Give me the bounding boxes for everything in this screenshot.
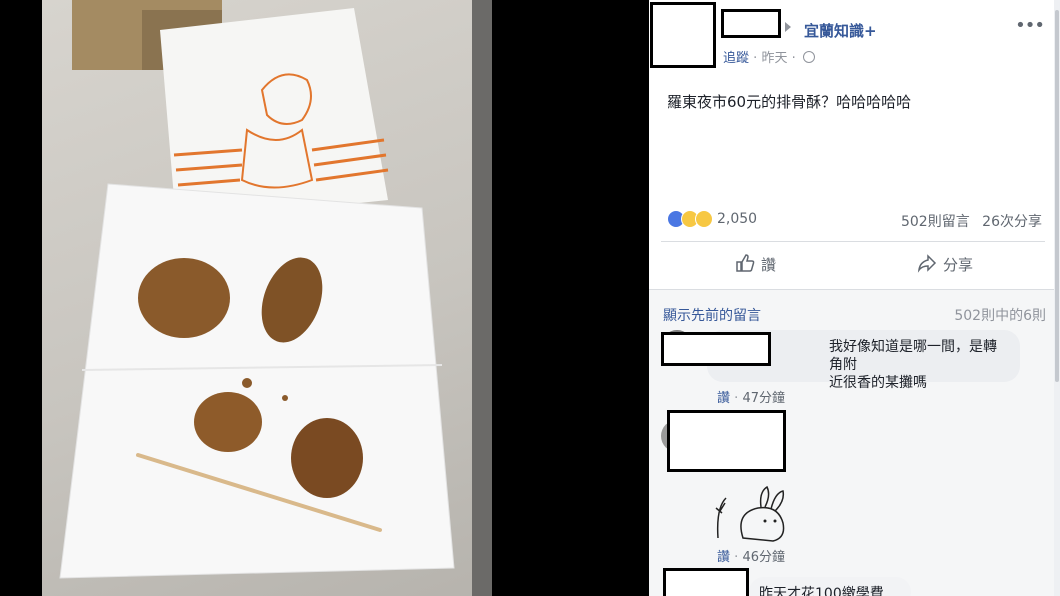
share-arrow-icon — [917, 253, 937, 277]
commenter-name-redacted[interactable] — [667, 410, 786, 472]
like-button[interactable]: 讚 — [735, 253, 776, 277]
comments-count[interactable]: 502則留言 — [901, 214, 970, 230]
shares-count[interactable]: 26次分享 — [982, 214, 1042, 230]
comment-text-line-2: 近很香的某攤嗎 — [829, 375, 927, 391]
haha-reaction-icon — [695, 210, 713, 228]
like-label: 讚 — [761, 256, 777, 274]
pork-rib-4 — [291, 418, 363, 498]
scrollbar[interactable] — [1054, 0, 1060, 596]
comment-bubble: 昨天才花100繳學費 — [749, 577, 911, 596]
reaction-count[interactable]: 2,050 — [717, 211, 757, 227]
comment-like-link[interactable]: 讚 — [717, 391, 730, 406]
pork-rib-1 — [138, 258, 230, 338]
share-label: 分享 — [943, 256, 974, 274]
napkin — [59, 183, 455, 579]
shared-to-arrow-icon — [785, 22, 791, 32]
poster-name-redacted[interactable] — [721, 9, 781, 38]
post-panel: 宜蘭知識+ ••• 追蹤 · 昨天 · 羅東夜市60元的排骨酥？哈哈哈哈哈 2,… — [649, 0, 1060, 596]
comments-count-label: 502則中的6則 — [954, 308, 1046, 324]
paper-bag — [160, 8, 388, 222]
post-text: 羅東夜市60元的排骨酥？哈哈哈哈哈 — [667, 93, 912, 111]
post-meta: 追蹤 · 昨天 · — [723, 47, 815, 66]
comment-time[interactable]: 46分鐘 — [742, 550, 785, 565]
comment-like-link[interactable]: 讚 — [717, 550, 730, 565]
sticker-image[interactable] — [713, 483, 791, 543]
comment-text-line-1: 我好像知道是哪一間，是轉角附 — [829, 339, 997, 373]
meta-separator: · — [753, 51, 758, 66]
post-photo[interactable] — [42, 0, 492, 596]
follow-link[interactable]: 追蹤 — [723, 51, 749, 66]
divider — [649, 289, 1054, 290]
pork-rib-3 — [194, 392, 262, 452]
scrollbar-thumb[interactable] — [1055, 10, 1059, 382]
comment-meta: 讚 · 46分鐘 — [717, 550, 785, 565]
page-name-link[interactable]: 宜蘭知識+ — [804, 20, 877, 41]
commenter-name-redacted[interactable] — [663, 568, 749, 596]
show-previous-comments-link[interactable]: 顯示先前的留言 — [663, 305, 761, 325]
food-photo-drawing — [59, 8, 455, 579]
more-options-icon[interactable]: ••• — [1015, 15, 1045, 36]
comment-meta: 讚 · 47分鐘 — [717, 391, 785, 406]
meta-separator-2: · — [791, 51, 796, 66]
divider — [661, 241, 1045, 242]
globe-icon — [802, 51, 815, 63]
share-button[interactable]: 分享 — [917, 253, 973, 277]
comment-text: 昨天才花100繳學費 — [759, 586, 884, 596]
poster-avatar-redacted[interactable] — [650, 2, 716, 68]
commenter-name-redacted[interactable] — [661, 332, 771, 366]
post-stats: 502則留言 26次分享 — [901, 211, 1042, 231]
comment-time[interactable]: 47分鐘 — [742, 391, 785, 406]
post-time[interactable]: 昨天 — [761, 51, 787, 66]
thumbs-up-icon — [735, 253, 755, 277]
